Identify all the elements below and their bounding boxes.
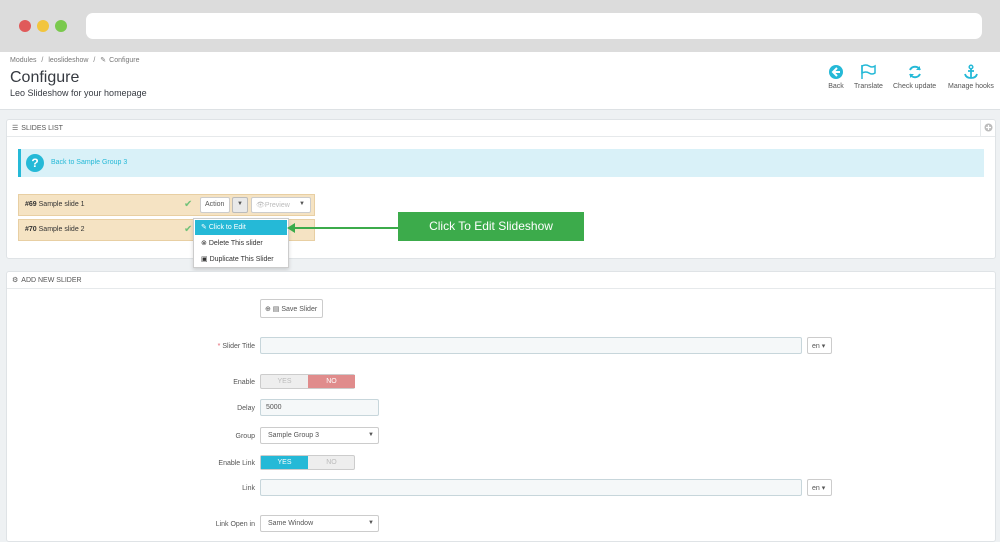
add-new-slider-panel: ⚙ ADD NEW SLIDER ⊕ ▤ Save Slider * Slider… xyxy=(6,271,996,542)
preview-label: Preview xyxy=(264,202,290,209)
back-label: Back xyxy=(828,83,844,90)
enable-link-no-option[interactable]: NO xyxy=(308,456,355,469)
slide-row: #69 Sample slide 1 ✔ Action ▼ 👁Preview ▼ xyxy=(18,194,315,216)
link-label: Link xyxy=(242,485,255,492)
page-header: Modules / leoslideshow / ✎ Configure Conf… xyxy=(0,52,1000,110)
manage-hooks-label: Manage hooks xyxy=(948,83,994,90)
breadcrumb-separator: / xyxy=(93,57,96,64)
caret-down-icon[interactable]: ▼ xyxy=(232,197,248,213)
click-to-edit-item[interactable]: ✎ Click to Edit xyxy=(195,220,287,235)
window-minimize-dot[interactable] xyxy=(37,20,49,32)
language-select[interactable]: en ▾ xyxy=(807,337,832,354)
slider-title-input[interactable] xyxy=(260,337,802,354)
slides-list-heading: SLIDES LIST xyxy=(21,125,63,132)
enable-no-option[interactable]: NO xyxy=(308,375,355,388)
duplicate-slider-item[interactable]: ▣ Duplicate This Slider xyxy=(195,252,287,267)
enable-link-label: Enable Link xyxy=(218,460,255,467)
panel-heading: ⚙ ADD NEW SLIDER xyxy=(7,272,995,289)
anchor-icon xyxy=(964,64,978,79)
manage-hooks-button[interactable]: Manage hooks xyxy=(948,64,994,90)
caret-down-icon: ▼ xyxy=(368,432,374,438)
translate-label: Translate xyxy=(854,83,883,90)
breadcrumb-modules[interactable]: Modules xyxy=(10,57,36,64)
slider-title-label: * Slider Title xyxy=(217,343,255,350)
page-title: Configure xyxy=(10,69,80,86)
back-arrow-icon xyxy=(829,65,843,79)
delay-input[interactable]: 5000 xyxy=(260,399,379,416)
slide-id: #69 xyxy=(25,201,37,208)
translate-button[interactable]: Translate xyxy=(854,64,883,90)
add-new-slider-heading: ADD NEW SLIDER xyxy=(21,277,82,284)
enable-link-yes-option[interactable]: YES xyxy=(261,456,308,469)
window-maximize-dot[interactable] xyxy=(55,20,67,32)
check-update-label: Check update xyxy=(893,83,937,90)
action-button[interactable]: Action xyxy=(200,197,230,213)
enable-yes-option[interactable]: YES xyxy=(261,375,308,388)
check-icon: ✔ xyxy=(184,199,193,210)
slide-name: Sample slide 1 xyxy=(38,201,85,208)
group-select[interactable]: Sample Group 3 ▼ xyxy=(260,427,379,444)
breadcrumb-leoslideshow[interactable]: leoslideshow xyxy=(48,57,88,64)
duplicate-slider-label: Duplicate This Slider xyxy=(209,256,274,263)
save-slider-button[interactable]: ⊕ ▤ Save Slider xyxy=(260,299,323,318)
back-button[interactable]: Back xyxy=(828,64,844,90)
preview-button[interactable]: 👁Preview ▼ xyxy=(251,197,311,213)
caret-down-icon: ▼ xyxy=(368,520,374,526)
slide-name: Sample slide 2 xyxy=(38,226,85,233)
link-input[interactable] xyxy=(260,479,802,496)
list-icon: ☰ xyxy=(12,125,19,132)
click-to-edit-label: Click to Edit xyxy=(208,224,246,231)
enable-switch[interactable]: YES NO xyxy=(260,374,355,389)
back-to-group-link[interactable]: Back to Sample Group 3 xyxy=(51,159,127,166)
enable-link-switch[interactable]: YES NO xyxy=(260,455,355,470)
link-open-in-label: Link Open in xyxy=(215,521,255,528)
breadcrumb: Modules / leoslideshow / ✎ Configure xyxy=(10,56,143,64)
callout-label: Click To Edit Slideshow xyxy=(398,212,584,241)
wrench-icon: ✎ xyxy=(100,57,107,64)
check-icon: ✔ xyxy=(184,224,193,235)
delay-label: Delay xyxy=(237,405,255,412)
enable-label: Enable xyxy=(233,379,255,386)
action-dropdown-menu: ✎ Click to Edit ⊗ Delete This slider ▣ D… xyxy=(193,218,289,268)
delete-slider-label: Delete This slider xyxy=(208,240,263,247)
duplicate-icon: ▣ xyxy=(201,256,210,263)
link-open-in-select[interactable]: Same Window ▼ xyxy=(260,515,379,532)
delete-icon: ⊗ xyxy=(201,240,209,247)
browser-chrome xyxy=(0,0,1000,52)
slide-id: #70 xyxy=(25,226,37,233)
save-icon: ⊕ ▤ xyxy=(265,306,282,313)
panel-heading: ☰ SLIDES LIST xyxy=(7,120,995,137)
address-bar[interactable] xyxy=(86,13,982,39)
cogs-icon: ⚙ xyxy=(12,277,19,284)
refresh-icon xyxy=(908,65,921,79)
window-close-dot[interactable] xyxy=(19,20,31,32)
breadcrumb-separator: / xyxy=(41,57,44,64)
check-update-button[interactable]: Check update xyxy=(893,64,936,90)
edit-icon: ✎ xyxy=(201,224,209,231)
delete-slider-item[interactable]: ⊗ Delete This slider xyxy=(195,236,287,251)
flag-icon xyxy=(861,64,877,79)
group-label: Group xyxy=(235,433,255,440)
language-select[interactable]: en ▾ xyxy=(807,479,832,496)
page-subtitle: Leo Slideshow for your homepage xyxy=(10,88,147,98)
eye-icon: 👁 xyxy=(256,202,265,209)
callout-arrow xyxy=(287,223,398,233)
caret-down-icon: ▼ xyxy=(299,201,305,207)
collapse-icon[interactable] xyxy=(980,120,995,136)
save-slider-label: Save Slider xyxy=(281,306,318,313)
question-icon: ? xyxy=(26,154,44,172)
info-alert: ? Back to Sample Group 3 xyxy=(18,149,984,177)
breadcrumb-configure: Configure xyxy=(109,57,140,64)
